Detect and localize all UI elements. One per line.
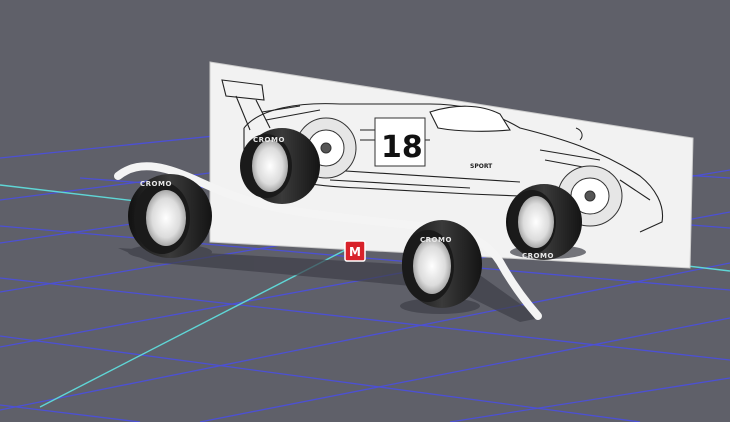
gizmo-label: M xyxy=(349,245,361,259)
tire-front-left[interactable]: CROMO xyxy=(128,174,212,258)
sponsor-text: SPORT xyxy=(470,163,493,170)
tire-brand-text: CROMO xyxy=(522,252,554,260)
tire-brand-text: CROMO xyxy=(253,136,285,144)
tire-rear-right[interactable]: CROMO xyxy=(506,184,582,260)
scene-canvas[interactable]: 18 SPORT CROMO CROMO CROMO CROMO M xyxy=(0,0,730,422)
pivot-gizmo[interactable]: M xyxy=(344,240,366,262)
tire-brand-text: CROMO xyxy=(420,236,452,244)
tire-brand-text: CROMO xyxy=(140,180,172,188)
3d-viewport[interactable]: 18 SPORT CROMO CROMO CROMO CROMO M xyxy=(0,0,730,422)
car-number-text: 18 xyxy=(381,130,423,165)
tire-front-right[interactable]: CROMO xyxy=(402,220,482,308)
tire-rear-left[interactable]: CROMO xyxy=(240,128,320,204)
